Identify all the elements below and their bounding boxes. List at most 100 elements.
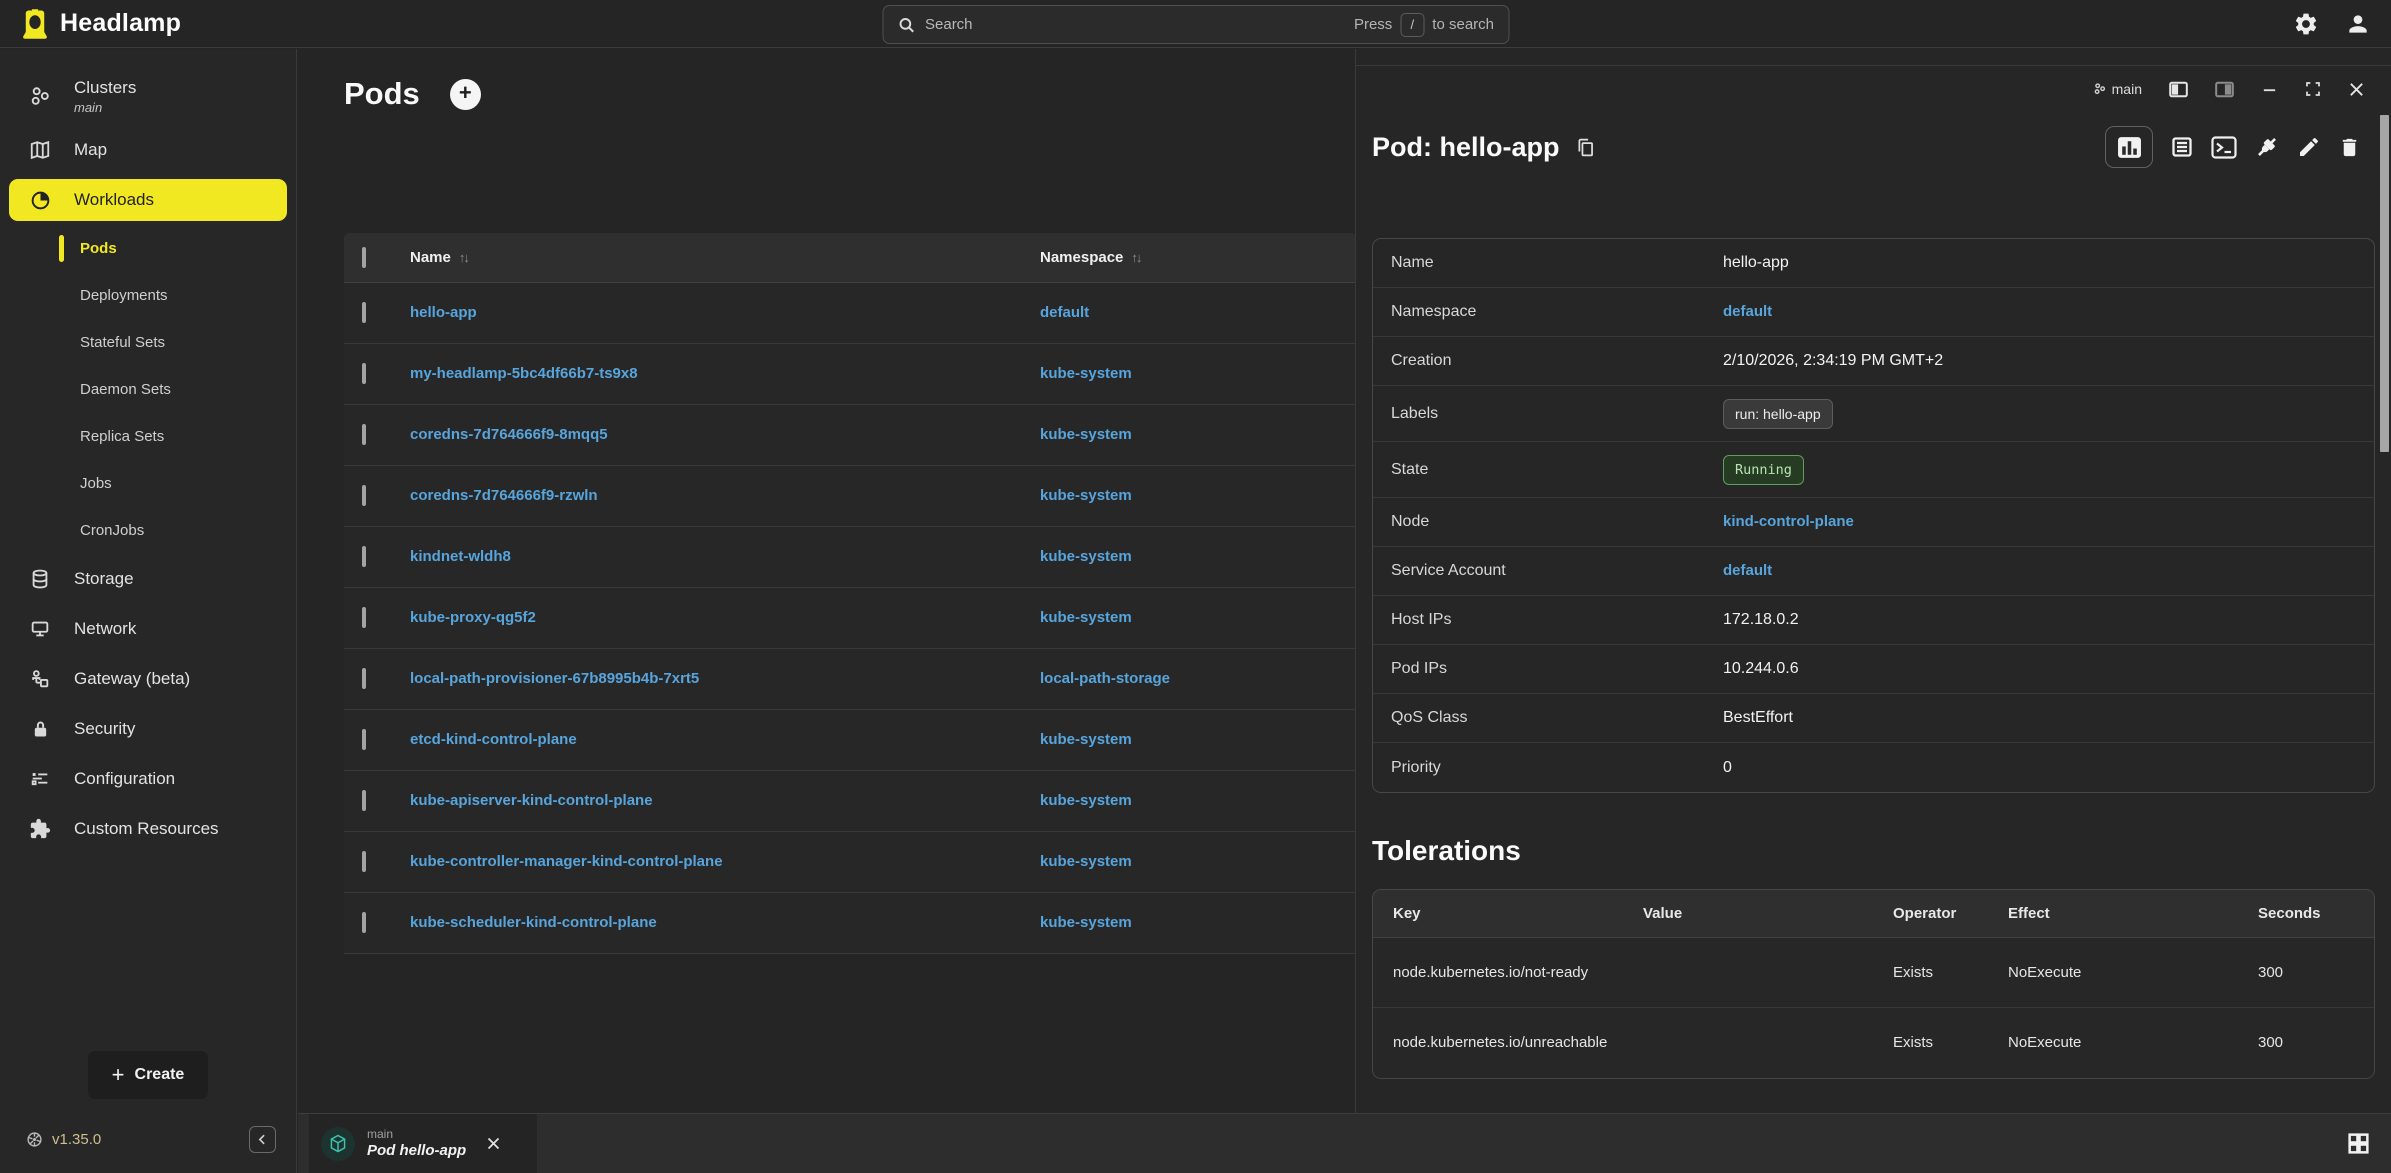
attach-button[interactable] — [2254, 134, 2280, 160]
sidebar-item-custom-resources[interactable]: Custom Resources — [0, 804, 296, 854]
row-checkbox[interactable] — [362, 424, 366, 445]
sidebar-item-network[interactable]: Network — [0, 604, 296, 654]
fullscreen-drawer-button[interactable] — [2305, 81, 2321, 97]
detail-row-pod-ips: Pod IPs 10.244.0.6 — [1373, 645, 2374, 694]
dock-left-button[interactable] — [2169, 81, 2188, 98]
row-checkbox[interactable] — [362, 363, 366, 384]
pod-namespace-link[interactable]: kube-system — [1040, 792, 1132, 809]
row-checkbox[interactable] — [362, 485, 366, 506]
row-checkbox[interactable] — [362, 851, 366, 872]
grid-layout-button[interactable] — [2346, 1131, 2371, 1156]
pod-table-row: kube-scheduler-kind-control-plane kube-s… — [344, 893, 1355, 954]
pod-namespace-link[interactable]: kube-system — [1040, 426, 1132, 443]
pod-namespace-link[interactable]: kube-system — [1040, 853, 1132, 870]
pod-name-link[interactable]: coredns-7d764666f9-8mqq5 — [410, 426, 608, 443]
close-tab-button[interactable] — [486, 1136, 501, 1151]
sidebar-subitem[interactable]: Jobs — [0, 460, 296, 507]
close-drawer-button[interactable] — [2348, 81, 2365, 98]
sidebar-item-map[interactable]: Map — [0, 125, 296, 175]
create-pod-button[interactable]: + — [450, 79, 481, 110]
sidebar-subitem[interactable]: CronJobs — [0, 507, 296, 554]
pod-namespace-link[interactable]: kube-system — [1040, 365, 1132, 382]
sidebar-item-configuration[interactable]: Configuration — [0, 754, 296, 804]
headlamp-logo[interactable]: Headlamp — [20, 8, 181, 40]
copy-name-button[interactable] — [1575, 137, 1596, 158]
drawer-scrollbar[interactable] — [2380, 115, 2389, 452]
delete-button[interactable] — [2338, 136, 2361, 159]
clusters-icon — [28, 85, 52, 108]
namespace-link[interactable]: default — [1723, 303, 1772, 320]
node-link[interactable]: kind-control-plane — [1723, 513, 1854, 530]
row-checkbox[interactable] — [362, 729, 366, 750]
sidebar-subitem[interactable]: Stateful Sets — [0, 319, 296, 366]
workloads-sub-list: Pods Deployments Stateful Sets Daemon Se… — [0, 225, 296, 554]
sort-icon[interactable]: ↑↓ — [1131, 250, 1140, 265]
column-header-namespace[interactable]: Namespace ↑↓ — [1040, 249, 1355, 266]
sidebar-subitem[interactable]: Pods — [0, 225, 296, 272]
detail-row-service-account: Service Account default — [1373, 547, 2374, 596]
pod-namespace-link[interactable]: default — [1040, 304, 1089, 321]
global-search[interactable]: Press / to search — [882, 5, 1509, 44]
pods-list-pane: Pods + Name ↑↓ Namespace ↑↓ — [298, 49, 1355, 1113]
pod-name-link[interactable]: kube-apiserver-kind-control-plane — [410, 792, 653, 809]
pod-name-link[interactable]: etcd-kind-control-plane — [410, 731, 577, 748]
pod-namespace-link[interactable]: kube-system — [1040, 914, 1132, 931]
sidebar-item-label: Map — [74, 140, 107, 160]
sidebar-item-workloads[interactable]: Workloads — [9, 179, 287, 221]
row-checkbox[interactable] — [362, 912, 366, 933]
pod-name-link[interactable]: hello-app — [410, 304, 477, 321]
bar-chart-icon — [2117, 136, 2142, 159]
search-input[interactable] — [925, 16, 1344, 33]
tab-cluster-label: main — [367, 1127, 466, 1142]
sidebar-item-clusters[interactable]: Clusters main — [0, 67, 296, 125]
sidebar-item-gateway[interactable]: Gateway (beta) — [0, 654, 296, 704]
sidebar-subitem[interactable]: Replica Sets — [0, 413, 296, 460]
sidebar-subitem[interactable]: Daemon Sets — [0, 366, 296, 413]
dock-right-button[interactable] — [2215, 81, 2234, 98]
select-all-checkbox[interactable] — [362, 247, 366, 268]
row-checkbox[interactable] — [362, 546, 366, 567]
person-icon — [2345, 11, 2371, 37]
lock-icon — [28, 719, 52, 740]
grid-icon — [2346, 1131, 2371, 1156]
open-resource-tab[interactable]: main Pod hello-app — [309, 1114, 537, 1173]
row-checkbox[interactable] — [362, 790, 366, 811]
terminal-button[interactable] — [2211, 136, 2237, 159]
logs-button[interactable] — [2170, 135, 2194, 159]
create-button[interactable]: + Create — [88, 1051, 208, 1099]
pod-name-link[interactable]: my-headlamp-5bc4df66b7-ts9x8 — [410, 365, 638, 382]
row-checkbox[interactable] — [362, 668, 366, 689]
pod-namespace-link[interactable]: kube-system — [1040, 548, 1132, 565]
edit-button[interactable] — [2297, 135, 2321, 159]
sidebar-item-security[interactable]: Security — [0, 704, 296, 754]
pod-name-link[interactable]: kube-proxy-qg5f2 — [410, 609, 536, 626]
row-checkbox[interactable] — [362, 607, 366, 628]
sidebar-subitem[interactable]: Deployments — [0, 272, 296, 319]
sidebar-collapse-button[interactable] — [249, 1126, 276, 1153]
sidebar-item-label: Network — [74, 619, 136, 639]
pod-name-link[interactable]: kube-scheduler-kind-control-plane — [410, 914, 657, 931]
search-icon — [897, 16, 915, 34]
storage-icon — [28, 568, 52, 590]
minimize-drawer-button[interactable] — [2261, 81, 2278, 98]
service-account-link[interactable]: default — [1723, 562, 1772, 579]
pod-table-row: local-path-provisioner-67b8995b4b-7xrt5 … — [344, 649, 1355, 710]
user-account-button[interactable] — [2345, 11, 2371, 37]
column-header-name[interactable]: Name ↑↓ — [410, 249, 1040, 266]
pod-name-link[interactable]: coredns-7d764666f9-rzwln — [410, 487, 598, 504]
row-checkbox[interactable] — [362, 302, 366, 323]
clusters-icon — [2093, 82, 2107, 96]
pod-table-row: my-headlamp-5bc4df66b7-ts9x8 kube-system — [344, 344, 1355, 405]
pod-name-link[interactable]: kube-controller-manager-kind-control-pla… — [410, 853, 723, 870]
sidebar-item-storage[interactable]: Storage — [0, 554, 296, 604]
pod-namespace-link[interactable]: kube-system — [1040, 487, 1132, 504]
pod-name-link[interactable]: kindnet-wldh8 — [410, 548, 511, 565]
pod-namespace-link[interactable]: local-path-storage — [1040, 670, 1170, 687]
settings-button[interactable] — [2293, 11, 2319, 37]
pencil-icon — [2297, 135, 2321, 159]
sort-icon[interactable]: ↑↓ — [459, 250, 468, 265]
metrics-button[interactable] — [2105, 126, 2153, 168]
pod-namespace-link[interactable]: kube-system — [1040, 731, 1132, 748]
pod-namespace-link[interactable]: kube-system — [1040, 609, 1132, 626]
pod-name-link[interactable]: local-path-provisioner-67b8995b4b-7xrt5 — [410, 670, 699, 687]
